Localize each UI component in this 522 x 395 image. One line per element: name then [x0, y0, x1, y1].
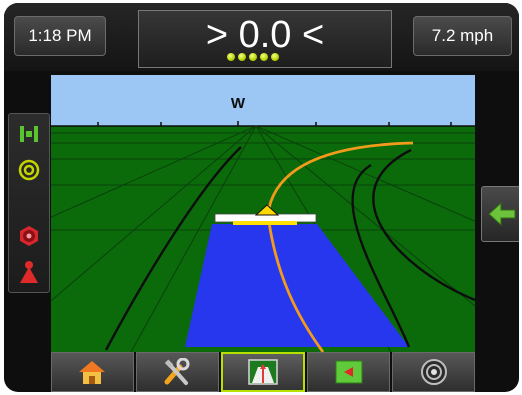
boom-section-icon [20, 126, 38, 142]
time-label: 1:18 PM [28, 26, 92, 45]
arrow-left-icon [488, 201, 516, 227]
guidance-led [227, 53, 235, 61]
cross-track-error-value: > 0.0 < [205, 13, 325, 56]
next-screen-button[interactable] [481, 186, 519, 242]
tab-home[interactable] [51, 352, 134, 392]
field-view-icon [335, 360, 363, 384]
section-control-button[interactable] [9, 218, 49, 254]
section-control-icon [20, 226, 38, 246]
left-toolbar [8, 113, 50, 293]
guidance-led [249, 53, 257, 61]
cone-warning-button[interactable] [9, 254, 49, 290]
guidance-scene: W [51, 75, 475, 352]
speed-label: 7.2 mph [431, 26, 494, 45]
guidance-led-bar [227, 53, 279, 61]
speed-display[interactable]: 7.2 mph [413, 16, 512, 56]
tab-gnss-status[interactable] [392, 352, 475, 392]
guidance-led [238, 53, 246, 61]
tools-icon [164, 358, 190, 385]
tab-field-view[interactable] [307, 352, 391, 392]
compass-heading-label: W [231, 95, 246, 112]
target-button[interactable] [9, 152, 49, 188]
boom-active-section [233, 221, 297, 225]
vehicle-guidance-view[interactable]: W [51, 75, 475, 352]
tab-tools[interactable] [135, 352, 219, 392]
cone-warning-icon [20, 261, 38, 283]
target-icon [18, 159, 40, 181]
home-icon [79, 361, 106, 384]
gnss-status-icon [420, 359, 447, 385]
sky [51, 75, 475, 126]
tab-vehicle-view[interactable] [220, 352, 306, 392]
status-bar: 1:18 PM > 0.0 < 7.2 mph [4, 3, 519, 71]
guidance-led [260, 53, 268, 61]
boom-section-button[interactable] [9, 116, 49, 152]
time-display[interactable]: 1:18 PM [14, 16, 106, 56]
guidance-led [271, 53, 279, 61]
vehicle-view-icon [248, 359, 278, 385]
display-device: 1:18 PM > 0.0 < 7.2 mph W [4, 3, 519, 392]
bottom-tab-bar [51, 352, 475, 392]
